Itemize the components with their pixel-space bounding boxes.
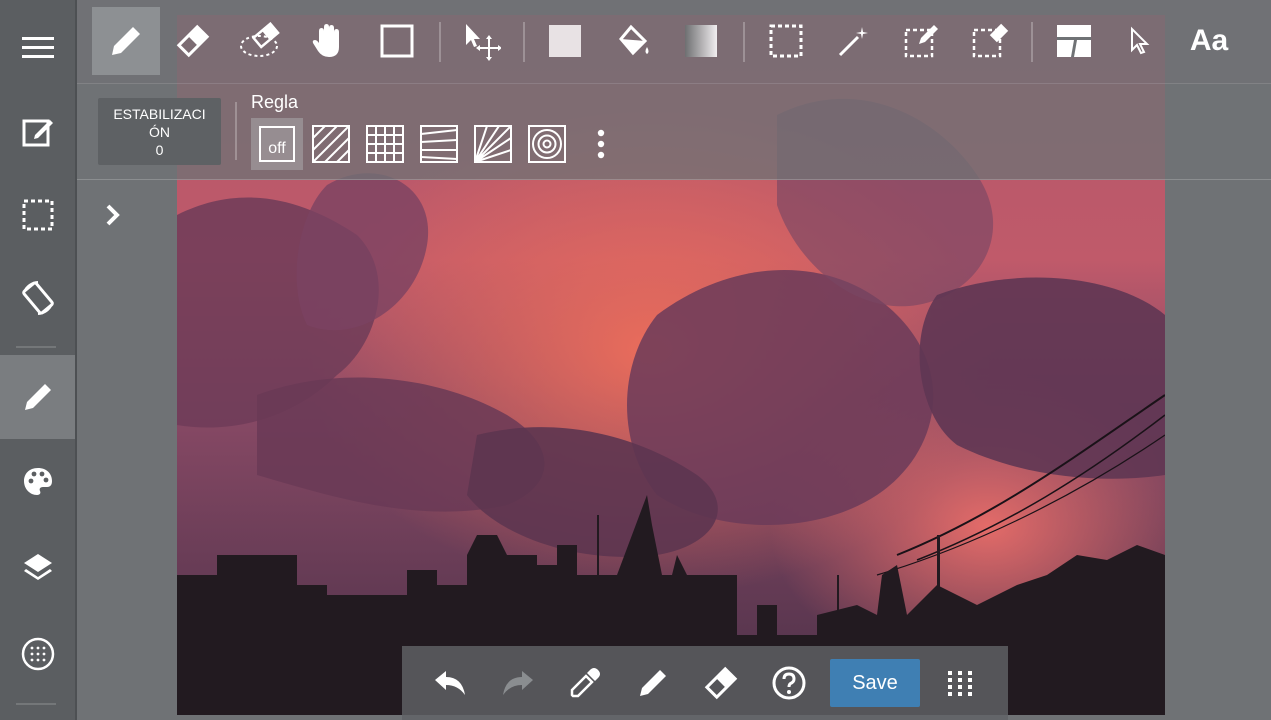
menu-icon[interactable] bbox=[0, 6, 75, 90]
top-toolbar: Aa bbox=[77, 0, 1271, 84]
palette-icon[interactable] bbox=[0, 440, 75, 524]
pointer-icon[interactable] bbox=[1107, 7, 1175, 75]
toolbar-divider bbox=[439, 22, 441, 62]
eyedropper-icon[interactable] bbox=[558, 656, 612, 710]
text-tool-label: Aa bbox=[1189, 24, 1229, 57]
more-options-icon[interactable] bbox=[575, 118, 627, 170]
ruler-concentric-icon[interactable] bbox=[521, 118, 573, 170]
brush-options-bar: ESTABILIZACI ÓN 0 Regla off bbox=[77, 84, 1271, 180]
ruler-perspective-lines-icon[interactable] bbox=[413, 118, 465, 170]
select-eraser-icon[interactable] bbox=[956, 7, 1024, 75]
blur-eraser-tool-icon[interactable] bbox=[227, 7, 295, 75]
hand-tool-icon[interactable] bbox=[295, 7, 363, 75]
stabilization-button[interactable]: ESTABILIZACI ÓN 0 bbox=[98, 98, 221, 165]
grid-circle-icon[interactable] bbox=[0, 612, 75, 696]
pencil-icon[interactable] bbox=[0, 355, 75, 439]
redo-icon[interactable] bbox=[491, 656, 545, 710]
magic-wand-icon[interactable] bbox=[820, 7, 888, 75]
left-sidebar bbox=[0, 0, 77, 720]
undo-icon[interactable] bbox=[423, 656, 477, 710]
edit-document-icon[interactable] bbox=[0, 90, 75, 174]
ruler-off-button[interactable]: off bbox=[251, 118, 303, 170]
stabilization-label-line1: ESTABILIZACI bbox=[113, 105, 206, 122]
toolbar-divider bbox=[1031, 22, 1033, 62]
save-button[interactable]: Save bbox=[830, 659, 920, 707]
pencil-tool-icon[interactable] bbox=[92, 7, 160, 75]
grid-menu-icon[interactable] bbox=[933, 656, 987, 710]
fill-color-tool-icon[interactable] bbox=[531, 7, 599, 75]
selection-icon[interactable] bbox=[0, 173, 75, 257]
help-icon[interactable] bbox=[762, 656, 816, 710]
pencil-icon[interactable] bbox=[626, 656, 680, 710]
gradient-tool-icon[interactable] bbox=[667, 7, 735, 75]
ruler-off-label: off bbox=[259, 126, 295, 162]
toolbar-divider bbox=[743, 22, 745, 62]
ruler-title: Regla bbox=[251, 92, 299, 112]
text-tool-button[interactable]: Aa bbox=[1175, 7, 1243, 75]
sidebar-divider bbox=[16, 703, 56, 705]
eraser-tool-icon[interactable] bbox=[159, 7, 227, 75]
rotate-screen-icon[interactable] bbox=[0, 256, 75, 340]
rectangle-tool-icon[interactable] bbox=[363, 7, 431, 75]
toolbar-divider bbox=[523, 22, 525, 62]
move-tool-icon[interactable] bbox=[447, 7, 515, 75]
bottom-action-bar: Save bbox=[402, 646, 1008, 720]
select-rect-icon[interactable] bbox=[752, 7, 820, 75]
chevron-right-icon[interactable] bbox=[98, 198, 128, 232]
ruler-radial-icon[interactable] bbox=[467, 118, 519, 170]
sidebar-divider bbox=[16, 346, 56, 348]
select-pen-icon[interactable] bbox=[888, 7, 956, 75]
ruler-grid-icon[interactable] bbox=[359, 118, 411, 170]
layers-icon[interactable] bbox=[0, 525, 75, 609]
panel-layout-icon[interactable] bbox=[1040, 7, 1108, 75]
bucket-fill-icon[interactable] bbox=[599, 7, 667, 75]
subbar-divider bbox=[235, 102, 237, 160]
stabilization-value: 0 bbox=[155, 141, 164, 158]
ruler-parallel-icon[interactable] bbox=[305, 118, 357, 170]
stabilization-label-line2: ÓN bbox=[149, 123, 170, 140]
eraser-icon[interactable] bbox=[694, 656, 748, 710]
